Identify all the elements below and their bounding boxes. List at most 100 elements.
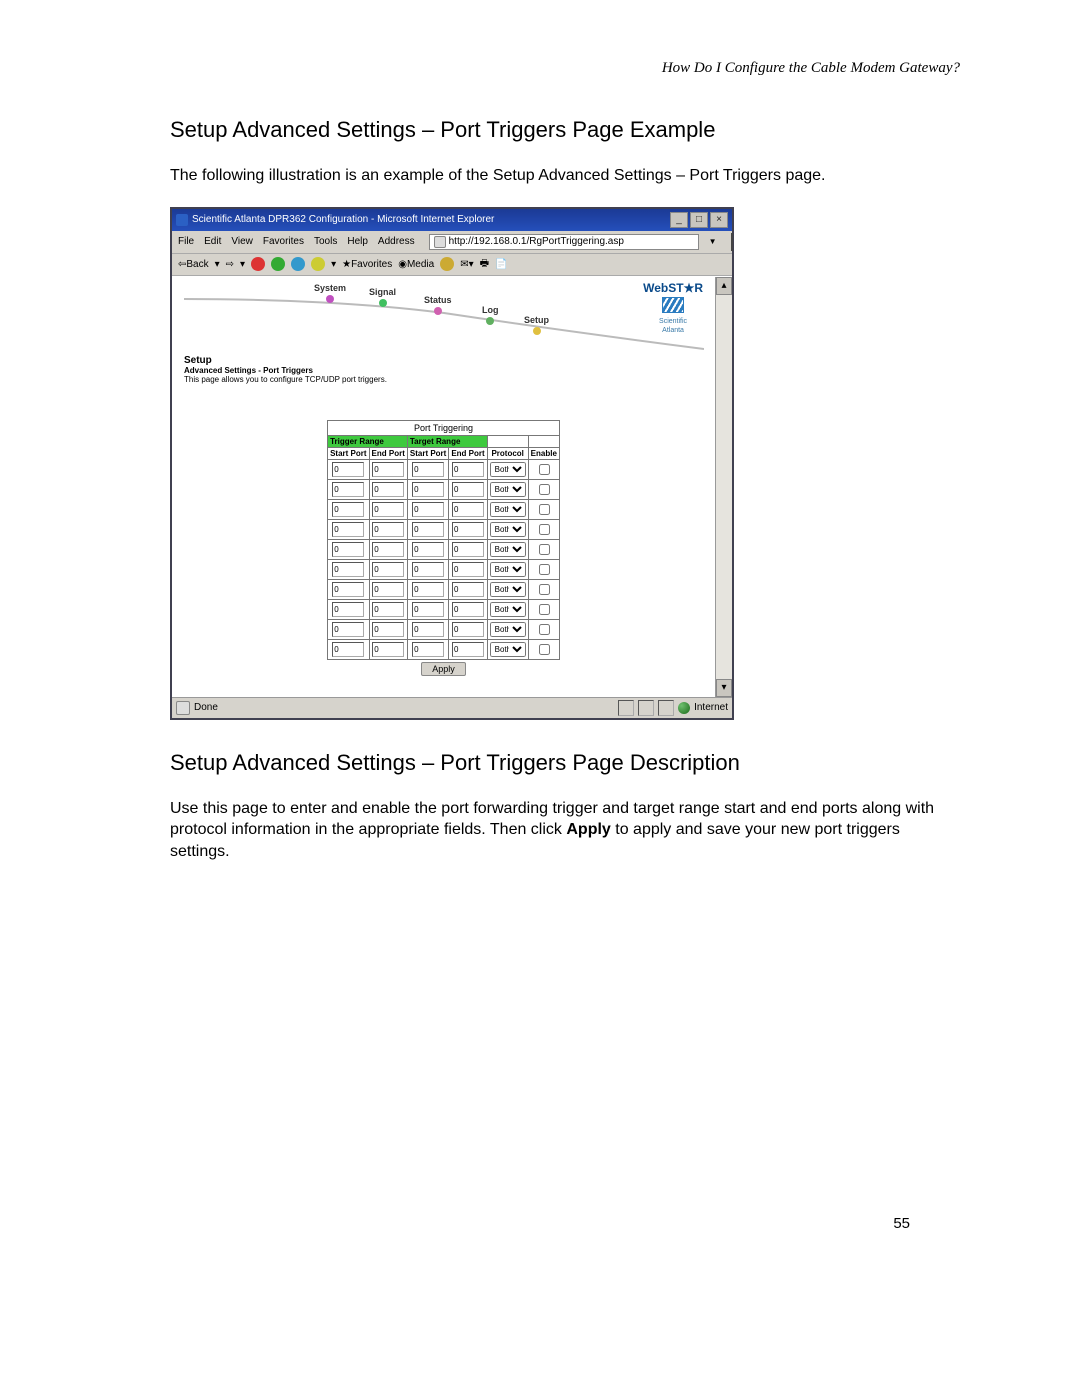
port-input[interactable] [332,642,364,657]
port-input[interactable] [372,542,404,557]
port-input[interactable] [332,522,364,537]
minimize-button[interactable]: _ [670,212,688,228]
port-input[interactable] [412,582,444,597]
port-input[interactable] [412,482,444,497]
enable-checkbox[interactable] [539,644,550,655]
port-input[interactable] [412,622,444,637]
scroll-up-icon[interactable]: ▴ [716,277,732,295]
toolbar: ⇦Back ▾ ⇨ ▾ ▾ ★Favorites ◉Media ✉▾ 🖶 📄 [172,254,732,276]
maximize-button[interactable]: □ [690,212,708,228]
port-input[interactable] [452,622,484,637]
nav-signal[interactable]: Signal [369,287,396,297]
port-input[interactable] [372,602,404,617]
enable-checkbox[interactable] [539,584,550,595]
hdr-target-range: Target Range [407,435,487,447]
edit-icon[interactable]: 📄 [495,259,507,270]
port-input[interactable] [372,642,404,657]
protocol-select[interactable]: Both [490,542,526,557]
address-bar[interactable]: http://192.168.0.1/RgPortTriggering.asp [429,234,699,250]
port-input[interactable] [452,502,484,517]
port-input[interactable] [332,502,364,517]
menu-help[interactable]: Help [347,236,368,247]
port-input[interactable] [412,602,444,617]
port-input[interactable] [332,542,364,557]
enable-checkbox[interactable] [539,504,550,515]
menu-file[interactable]: File [178,236,194,247]
port-input[interactable] [412,502,444,517]
refresh-icon[interactable] [271,257,285,271]
port-input[interactable] [372,482,404,497]
protocol-select[interactable]: Both [490,482,526,497]
enable-checkbox[interactable] [539,464,550,475]
enable-checkbox[interactable] [539,564,550,575]
enable-checkbox[interactable] [539,604,550,615]
nav-setup[interactable]: Setup [524,315,549,325]
home-icon[interactable] [291,257,305,271]
print-icon[interactable]: 🖶 [480,256,489,273]
enable-checkbox[interactable] [539,484,550,495]
menu-tools[interactable]: Tools [314,236,337,247]
protocol-select[interactable]: Both [490,642,526,657]
protocol-select[interactable]: Both [490,622,526,637]
heading-description: Setup Advanced Settings – Port Triggers … [170,750,960,776]
port-input[interactable] [332,582,364,597]
search-icon[interactable] [311,257,325,271]
port-input[interactable] [452,602,484,617]
port-input[interactable] [412,522,444,537]
port-input[interactable] [452,562,484,577]
port-input[interactable] [332,462,364,477]
apply-button[interactable]: Apply [421,662,466,676]
stop-icon[interactable] [251,257,265,271]
port-input[interactable] [372,522,404,537]
col-protocol: Protocol [487,447,528,459]
enable-checkbox[interactable] [539,544,550,555]
port-input[interactable] [372,622,404,637]
table-row: Both [328,579,560,599]
section-header: How Do I Configure the Cable Modem Gatew… [170,60,960,77]
protocol-select[interactable]: Both [490,522,526,537]
media-button[interactable]: ◉Media [398,259,434,270]
port-input[interactable] [452,462,484,477]
port-input[interactable] [452,582,484,597]
protocol-select[interactable]: Both [490,582,526,597]
port-input[interactable] [412,642,444,657]
port-input[interactable] [372,462,404,477]
paragraph-description: Use this page to enter and enable the po… [170,798,960,863]
port-input[interactable] [372,582,404,597]
nav-status[interactable]: Status [424,295,452,305]
nav-log[interactable]: Log [482,305,499,315]
port-input[interactable] [332,482,364,497]
menu-view[interactable]: View [231,236,253,247]
port-input[interactable] [452,522,484,537]
nav-system[interactable]: System [314,283,346,293]
forward-button[interactable]: ⇨ [226,259,234,270]
protocol-select[interactable]: Both [490,602,526,617]
history-icon[interactable] [440,257,454,271]
go-button[interactable] [731,233,733,251]
favorites-button[interactable]: ★Favorites [342,259,392,270]
port-input[interactable] [412,542,444,557]
back-button[interactable]: ⇦Back [178,259,209,270]
vertical-scrollbar[interactable]: ▴ ▾ [715,277,732,697]
protocol-select[interactable]: Both [490,562,526,577]
port-input[interactable] [332,562,364,577]
protocol-select[interactable]: Both [490,502,526,517]
port-input[interactable] [452,482,484,497]
protocol-select[interactable]: Both [490,462,526,477]
menu-favorites[interactable]: Favorites [263,236,304,247]
port-input[interactable] [452,642,484,657]
scroll-down-icon[interactable]: ▾ [716,679,732,697]
enable-checkbox[interactable] [539,624,550,635]
setup-heading-block: Setup Advanced Settings - Port Triggers … [184,355,703,384]
port-input[interactable] [332,622,364,637]
address-url: http://192.168.0.1/RgPortTriggering.asp [449,236,624,247]
port-input[interactable] [372,502,404,517]
enable-checkbox[interactable] [539,524,550,535]
menu-edit[interactable]: Edit [204,236,221,247]
port-input[interactable] [332,602,364,617]
port-input[interactable] [452,542,484,557]
port-input[interactable] [372,562,404,577]
port-input[interactable] [412,462,444,477]
close-button[interactable]: × [710,212,728,228]
port-input[interactable] [412,562,444,577]
